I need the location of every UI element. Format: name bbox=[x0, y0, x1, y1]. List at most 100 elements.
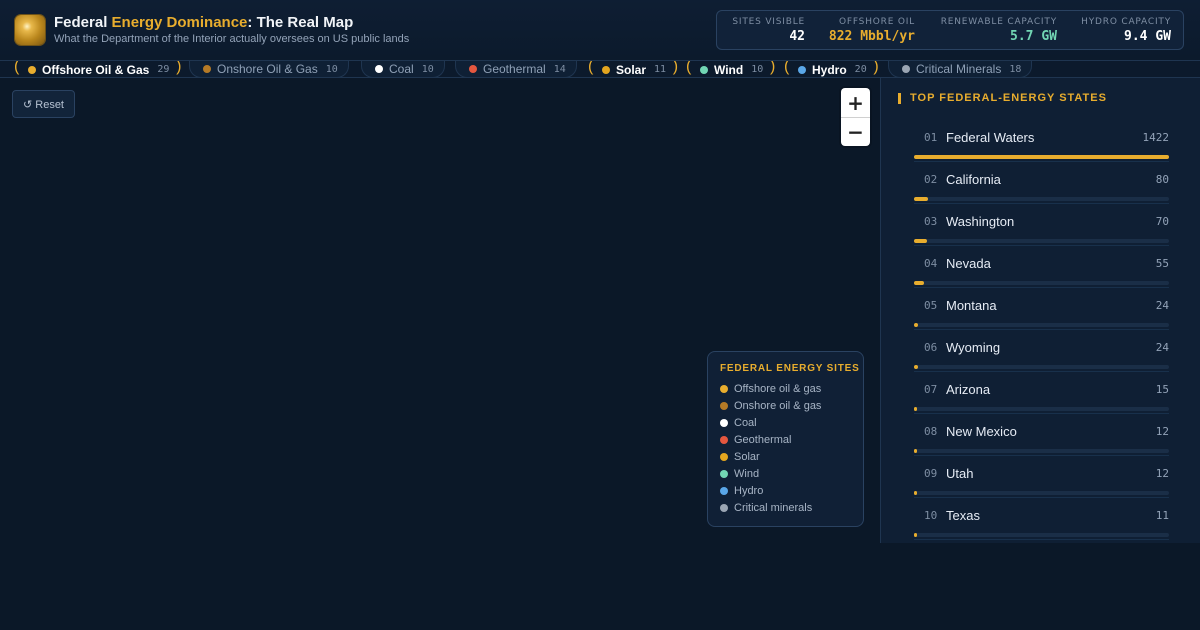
app-header: Federal Energy Dominance: The Real Map W… bbox=[0, 0, 1200, 61]
legend-label: Wind bbox=[734, 467, 760, 480]
zoom-control: + − bbox=[841, 88, 870, 146]
rank-bar-fill bbox=[914, 533, 917, 537]
stat-sites-visible: SITES VISIBLE 42 bbox=[729, 17, 805, 44]
state-rank-row[interactable]: 03 Washington 70 bbox=[914, 204, 1169, 246]
legend-label: Onshore oil & gas bbox=[734, 399, 822, 412]
rank-bar-track bbox=[914, 365, 1169, 369]
zoom-out-button[interactable]: − bbox=[841, 117, 870, 146]
state-value: 55 bbox=[1155, 257, 1169, 270]
hydro-dot-icon bbox=[798, 65, 806, 74]
filter-count: 14 bbox=[553, 63, 566, 75]
state-value: 11 bbox=[1155, 509, 1169, 522]
legend-dot-icon bbox=[720, 469, 728, 478]
rank-bar-track bbox=[914, 197, 1169, 201]
state-rank-row[interactable]: 01 Federal Waters 1422 bbox=[914, 120, 1169, 162]
wind-dot-icon bbox=[700, 65, 708, 74]
zoom-in-button[interactable]: + bbox=[841, 88, 870, 117]
map-legend: FEDERAL ENERGY SITES Offshore oil & gas O… bbox=[707, 351, 864, 527]
state-value: 24 bbox=[1155, 299, 1169, 312]
rank-bar-fill bbox=[914, 365, 919, 369]
page-subtitle: What the Department of the Interior actu… bbox=[54, 33, 410, 45]
legend-dot-icon bbox=[720, 452, 728, 461]
filter-count: 18 bbox=[1009, 63, 1022, 75]
rank-bar-fill bbox=[914, 197, 929, 201]
filter-offshore-oil-gas[interactable]: ( Offshore Oil & Gas 29 ) bbox=[14, 61, 181, 77]
state-rank-row[interactable]: 10 Texas 11 bbox=[914, 498, 1169, 540]
state-value: 70 bbox=[1155, 215, 1169, 228]
rank-bar-track bbox=[914, 155, 1169, 159]
rank-number: 03 bbox=[924, 215, 938, 228]
legend-item: Onshore oil & gas bbox=[720, 397, 851, 414]
title-accent: Energy Dominance bbox=[111, 14, 248, 31]
state-name: Washington bbox=[946, 214, 1015, 229]
state-value: 15 bbox=[1155, 383, 1169, 396]
legend-label: Offshore oil & gas bbox=[734, 382, 822, 395]
state-rank-row[interactable]: 06 Wyoming 24 bbox=[914, 330, 1169, 372]
legend-dot-icon bbox=[720, 384, 728, 393]
rank-bar-track bbox=[914, 407, 1169, 411]
state-name: Federal Waters bbox=[946, 130, 1035, 145]
gold-orb-icon bbox=[15, 15, 45, 45]
filter-coal[interactable]: Coal 10 bbox=[361, 61, 445, 77]
rank-number: 02 bbox=[924, 173, 938, 186]
reset-button[interactable]: ↺ Reset bbox=[12, 90, 75, 118]
state-name: Texas bbox=[946, 508, 980, 523]
filter-bracket-left: ( bbox=[686, 61, 692, 75]
stat-label: SITES VISIBLE bbox=[732, 17, 805, 27]
filter-geothermal[interactable]: Geothermal 14 bbox=[455, 61, 577, 77]
legend-item: Critical minerals bbox=[720, 499, 851, 516]
state-rank-row[interactable]: 05 Montana 24 bbox=[914, 288, 1169, 330]
rank-bar-track bbox=[914, 533, 1169, 537]
filter-critical-minerals[interactable]: Critical Minerals 18 bbox=[888, 61, 1033, 77]
stat-value: 42 bbox=[789, 29, 805, 44]
state-rank-row[interactable]: 08 New Mexico 12 bbox=[914, 414, 1169, 456]
rank-bar-track bbox=[914, 491, 1169, 495]
legend-item: Wind bbox=[720, 465, 851, 482]
legend-label: Hydro bbox=[734, 484, 764, 497]
legend-dot-icon bbox=[720, 435, 728, 444]
rank-number: 05 bbox=[924, 299, 938, 312]
state-value: 12 bbox=[1155, 467, 1169, 480]
top-states-panel: TOP FEDERAL-ENERGY STATES 01 Federal Wate… bbox=[880, 78, 1200, 543]
offshore-oil-gas-dot-icon bbox=[28, 65, 36, 74]
stat-value: 5.7 GW bbox=[1010, 29, 1057, 44]
rank-bar-track bbox=[914, 323, 1169, 327]
stats-panel: SITES VISIBLE 42 OFFSHORE OIL 822 Mbbl/y… bbox=[716, 10, 1184, 50]
filter-wind[interactable]: ( Wind 10 ) bbox=[686, 61, 776, 77]
stat-value: 9.4 GW bbox=[1124, 29, 1171, 44]
filter-bracket-right: ) bbox=[769, 61, 776, 75]
title-part-2: : The Real Map bbox=[247, 14, 354, 31]
legend-item: Geothermal bbox=[720, 431, 851, 448]
filter-onshore-oil-gas[interactable]: Onshore Oil & Gas 10 bbox=[189, 61, 349, 77]
rank-number: 08 bbox=[924, 425, 938, 438]
filter-solar[interactable]: ( Solar 11 ) bbox=[588, 61, 679, 77]
state-value: 12 bbox=[1155, 425, 1169, 438]
filter-count: 29 bbox=[157, 64, 170, 75]
state-name: Utah bbox=[946, 466, 974, 481]
filter-label: Hydro bbox=[812, 62, 847, 77]
state-rank-row[interactable]: 09 Utah 12 bbox=[914, 456, 1169, 498]
filter-count: 10 bbox=[325, 63, 338, 75]
state-value: 1422 bbox=[1142, 131, 1170, 144]
filter-bracket-left: ( bbox=[784, 61, 790, 75]
map-canvas[interactable]: ↺ Reset + − FEDERAL ENERGY SITES Offshor… bbox=[0, 78, 880, 630]
stat-label: OFFSHORE OIL bbox=[839, 17, 915, 27]
filter-label: Geothermal bbox=[483, 62, 546, 76]
state-rank-row[interactable]: 02 California 80 bbox=[914, 162, 1169, 204]
filter-hydro[interactable]: ( Hydro 20 ) bbox=[784, 61, 879, 77]
stat-hydro-capacity: HYDRO CAPACITY 9.4 GW bbox=[1067, 17, 1171, 44]
filter-label: Onshore Oil & Gas bbox=[217, 62, 318, 76]
rank-bar-fill bbox=[914, 281, 924, 285]
state-rank-row[interactable]: 04 Nevada 55 bbox=[914, 246, 1169, 288]
filter-bracket-right: ) bbox=[672, 61, 679, 75]
state-rank-row[interactable]: 07 Arizona 15 bbox=[914, 372, 1169, 414]
legend-dot-icon bbox=[720, 503, 728, 512]
title-part-1: Federal bbox=[54, 14, 112, 31]
rank-bar-fill bbox=[914, 239, 927, 243]
state-value: 80 bbox=[1155, 173, 1169, 186]
state-value: 24 bbox=[1155, 341, 1169, 354]
rank-bar-fill bbox=[914, 449, 917, 453]
legend-item: Hydro bbox=[720, 482, 851, 499]
filter-label: Wind bbox=[714, 62, 744, 77]
rank-bar-track bbox=[914, 281, 1169, 285]
